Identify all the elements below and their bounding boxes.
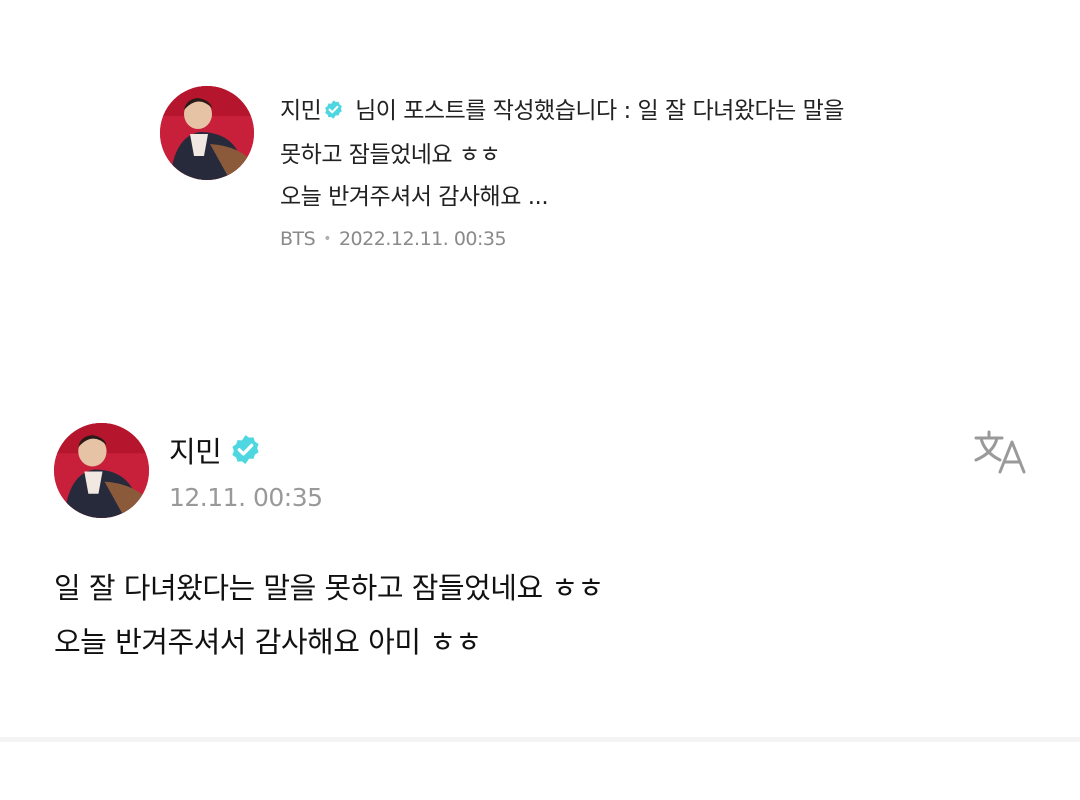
translate-button[interactable] — [972, 428, 1030, 476]
notification-message-line1: 님이 포스트를 작성했습니다 : 일 잘 다녀왔다는 말을 — [355, 98, 844, 124]
notification-body: 지민 님이 포스트를 작성했습니다 : 일 잘 다녀왔다는 말을 못하고 잠들었… — [280, 90, 1040, 250]
post-body-line1: 일 잘 다녀왔다는 말을 못하고 잠들었네요 ㅎㅎ — [54, 571, 604, 605]
post-author[interactable]: 지민 — [169, 429, 266, 473]
notification-message-line3: 오늘 반겨주셔서 감사해요 ... — [280, 184, 549, 210]
avatar-photo — [54, 423, 149, 518]
notification-text: 지민 님이 포스트를 작성했습니다 : 일 잘 다녀왔다는 말을 못하고 잠들었… — [280, 90, 1040, 218]
verified-badge-icon — [323, 92, 344, 134]
avatar-photo — [160, 86, 254, 180]
post-author-name[interactable]: 지민 — [169, 435, 222, 469]
post-body-line2: 오늘 반겨주셔서 감사해요 아미 ㅎㅎ — [54, 625, 482, 659]
section-divider — [0, 737, 1080, 742]
verified-badge-icon — [229, 433, 262, 473]
translate-icon — [974, 430, 1026, 474]
notification-timestamp: 2022.12.11. 00:35 — [338, 228, 507, 250]
separator-dot: • — [323, 231, 331, 247]
community-name: BTS — [280, 228, 316, 250]
post-author-avatar[interactable] — [54, 423, 149, 518]
post-timestamp: 12.11. 00:35 — [169, 483, 323, 512]
notification-author[interactable]: 지민 — [280, 98, 322, 124]
notification-meta: BTS • 2022.12.11. 00:35 — [280, 228, 1040, 250]
author-avatar[interactable] — [160, 86, 254, 180]
notification-message-line2: 못하고 잠들었네요 ㅎㅎ — [280, 142, 501, 168]
post-body: 일 잘 다녀왔다는 말을 못하고 잠들었네요 ㅎㅎ 오늘 반겨주셔서 감사해요 … — [54, 561, 954, 669]
